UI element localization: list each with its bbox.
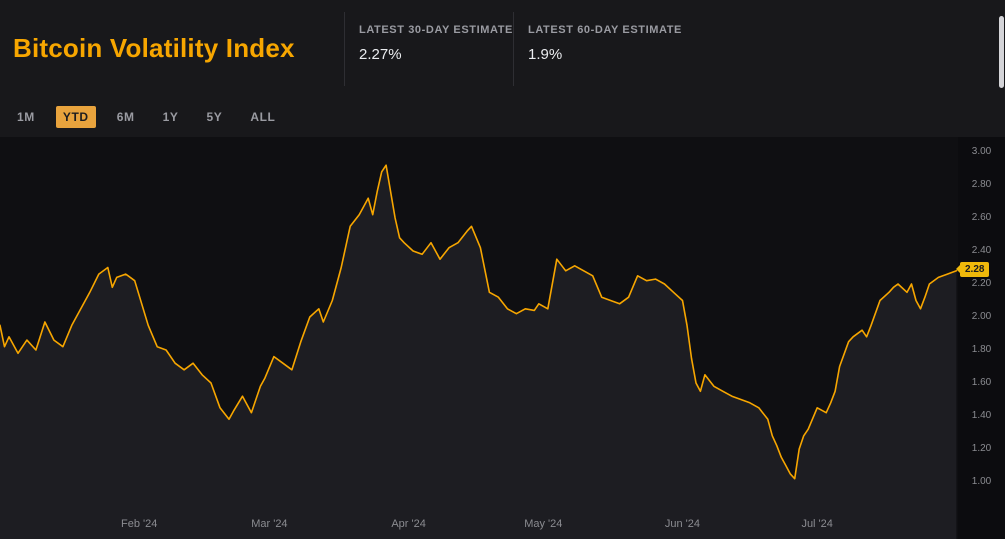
chart-area[interactable]: Feb '24Mar '24Apr '24May '24Jun '24Jul '… xyxy=(0,137,1005,539)
y-tick-label: 1.60 xyxy=(958,377,1005,388)
stat-value: 1.9% xyxy=(528,46,682,63)
y-tick-label: 1.20 xyxy=(958,443,1005,454)
y-tick-label: 2.40 xyxy=(958,245,1005,256)
page-title: Bitcoin Volatility Index xyxy=(13,33,295,64)
page-root: { "header": { "title": "Bitcoin Volatili… xyxy=(0,0,1005,539)
volatility-chart-svg xyxy=(0,137,958,539)
stat-value: 2.27% xyxy=(359,46,513,63)
range-button-5y[interactable]: 5Y xyxy=(199,106,229,128)
y-tick-label: 2.00 xyxy=(958,311,1005,322)
range-button-6m[interactable]: 6M xyxy=(110,106,142,128)
last-value-badge: 2.28 xyxy=(960,262,989,277)
y-tick-label: 1.40 xyxy=(958,410,1005,421)
y-tick-label: 3.00 xyxy=(958,146,1005,157)
y-tick-label: 2.80 xyxy=(958,179,1005,190)
y-tick-label: 2.60 xyxy=(958,212,1005,223)
stat-card-60day: LATEST 60-DAY ESTIMATE 1.9% xyxy=(514,0,682,97)
header: Bitcoin Volatility Index LATEST 30-DAY E… xyxy=(0,0,1005,97)
stat-label: LATEST 60-DAY ESTIMATE xyxy=(528,24,682,36)
stat-card-30day: LATEST 30-DAY ESTIMATE 2.27% xyxy=(345,0,513,97)
volatility-area xyxy=(0,165,956,539)
range-selector: 1M YTD 6M 1Y 5Y ALL xyxy=(0,97,1005,137)
range-button-all[interactable]: ALL xyxy=(243,106,282,128)
range-button-ytd[interactable]: YTD xyxy=(56,106,96,128)
title-wrap: Bitcoin Volatility Index xyxy=(0,0,344,97)
scrollbar-thumb[interactable] xyxy=(999,16,1004,88)
range-button-1m[interactable]: 1M xyxy=(10,106,42,128)
y-tick-label: 1.00 xyxy=(958,476,1005,487)
y-tick-label: 2.20 xyxy=(958,278,1005,289)
y-axis: 2.28 3.00 2.80 2.60 2.40 2.20 2.00 1.80 1.60 1.4… xyxy=(958,137,1005,539)
stat-label: LATEST 30-DAY ESTIMATE xyxy=(359,24,513,36)
range-button-1y[interactable]: 1Y xyxy=(156,106,186,128)
y-tick-label: 1.80 xyxy=(958,344,1005,355)
